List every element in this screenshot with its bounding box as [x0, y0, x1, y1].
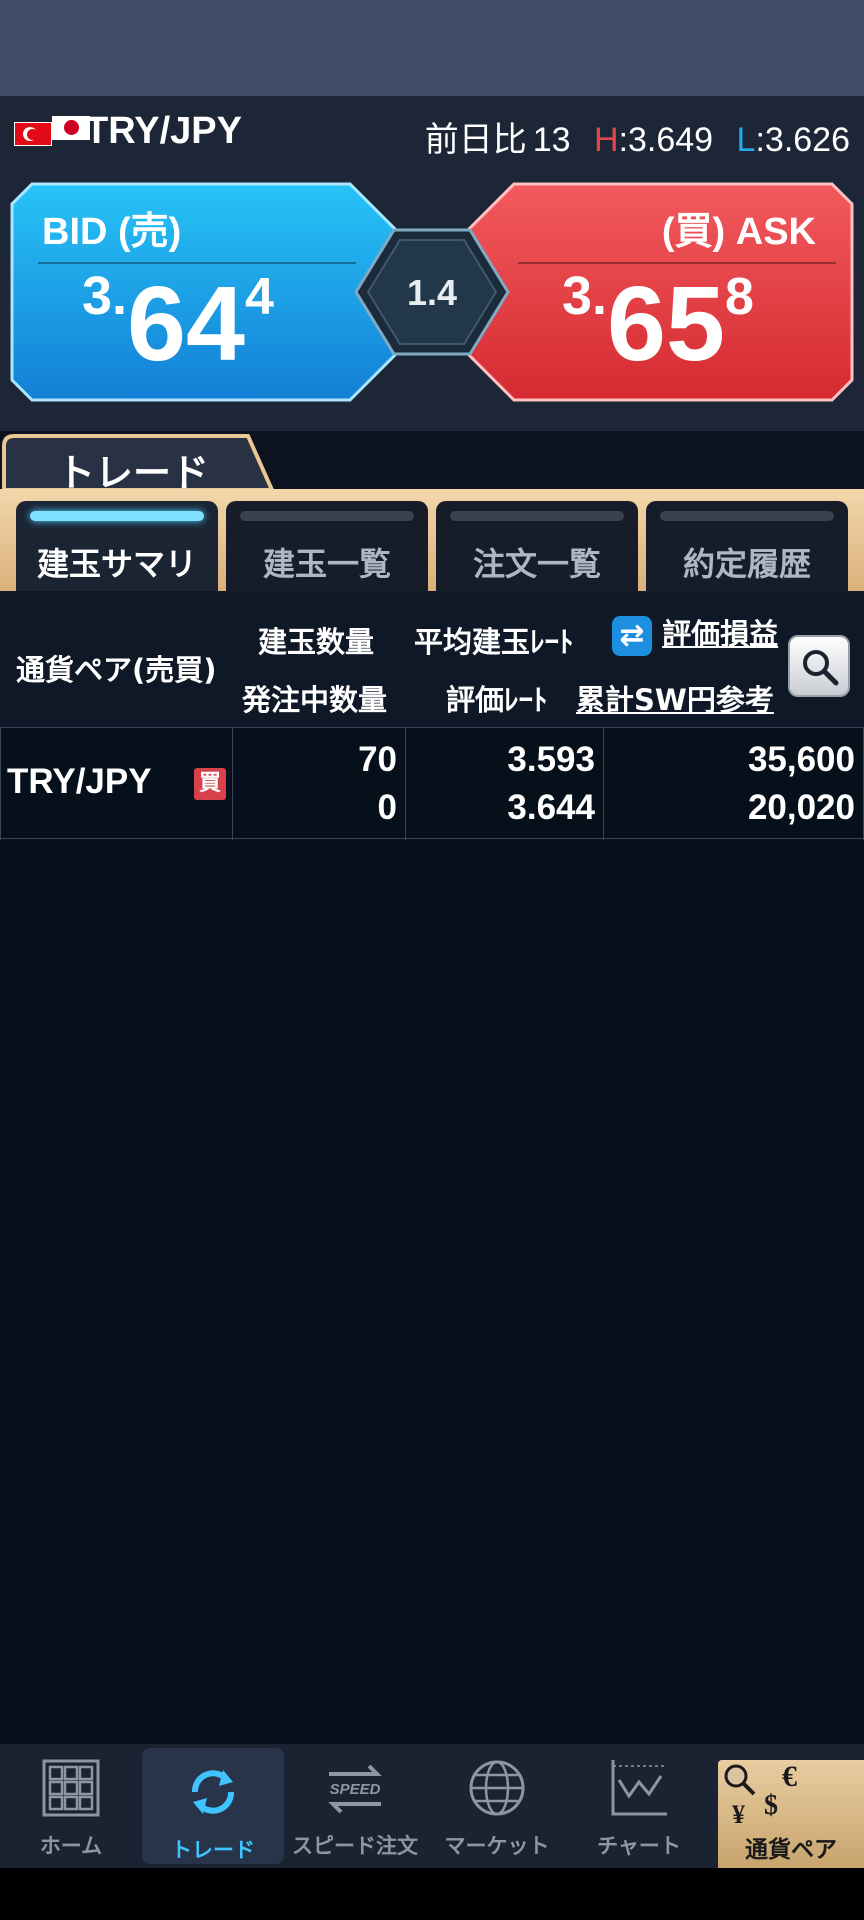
bid-price: 3.644: [82, 264, 274, 385]
ask-label: (買) ASK: [661, 211, 816, 253]
col-avg-rate: 平均建玉ﾚｰﾄ: [414, 625, 574, 659]
col-position-qty: 建玉数量: [258, 625, 375, 659]
row-cumulative-swap: 20,020: [747, 788, 855, 827]
nav-chart[interactable]: チャート: [568, 1744, 710, 1868]
row-valuation-rate: 3.644: [507, 788, 595, 827]
row-pair: TRY/JPY: [7, 762, 152, 801]
spread-indicator: 1.4: [354, 228, 510, 356]
high-value: :3.649: [618, 121, 714, 159]
change-value: 13: [532, 121, 571, 159]
svg-text:SPEED: SPEED: [330, 1781, 381, 1798]
table-header: 通貨ペア(売買) 建玉数量 発注中数量 平均建玉ﾚｰﾄ 評価ﾚｰﾄ ⇄ 評価損益…: [0, 591, 864, 727]
col-pair: 通貨ペア(売買): [16, 653, 217, 687]
swap-toggle-icon[interactable]: ⇄: [612, 616, 652, 656]
daily-stats: 前日比 13 H:3.649 L:3.626: [419, 112, 850, 161]
change-label: 前日比: [424, 121, 527, 159]
tab-execution-history[interactable]: 約定履歴: [646, 501, 848, 591]
row-pending-qty: 0: [377, 788, 397, 827]
low-value: :3.626: [755, 121, 850, 159]
pair-name[interactable]: TRY/JPY: [85, 110, 242, 153]
row-pnl: 35,600: [747, 740, 855, 779]
ask-price-prefix: 3.: [562, 266, 608, 326]
bottom-nav: ホーム トレード SPEED スピード注文 マーケット チャート € $ ¥ 通…: [0, 1744, 864, 1868]
col-pnl[interactable]: 評価損益: [662, 617, 778, 651]
search-icon: [803, 650, 839, 686]
cell-quantity: 70 0: [233, 728, 406, 840]
nav-trade[interactable]: トレード: [142, 1748, 284, 1864]
nav-label: トレード: [171, 1838, 255, 1862]
nav-speed-order[interactable]: SPEED スピード注文: [284, 1744, 426, 1868]
cell-rate: 3.593 3.644: [406, 728, 604, 840]
nav-market[interactable]: マーケット: [426, 1744, 568, 1868]
tab-order-list[interactable]: 注文一覧: [436, 501, 638, 591]
buy-badge: 買: [194, 768, 226, 800]
ask-price-suffix: 8: [724, 268, 754, 326]
speed-order-icon: SPEED: [328, 1764, 382, 1814]
ask-price: 3.658: [562, 264, 754, 385]
trade-section: トレード 建玉サマリ 建玉一覧 注文一覧 約定履歴: [0, 431, 864, 591]
ask-price-main: 65: [607, 265, 725, 383]
tab-label: 建玉一覧: [262, 545, 391, 583]
cell-pnl: 35,600 20,020: [604, 728, 864, 840]
nav-label: 通貨ペア: [745, 1837, 837, 1863]
euro-icon: €: [782, 1760, 797, 1793]
pair-info-row: TRY/JPY 前日比 13 H:3.649 L:3.626: [0, 96, 864, 168]
high-letter: H: [594, 121, 619, 159]
tab-position-summary[interactable]: 建玉サマリ: [16, 501, 218, 591]
status-bar: [0, 0, 864, 96]
col-cumulative-swap[interactable]: 累計SW円参考: [576, 677, 774, 719]
currency-flags: [14, 116, 90, 146]
tab-label: 建玉サマリ: [36, 545, 197, 583]
search-button[interactable]: [788, 635, 850, 697]
bid-price-prefix: 3.: [82, 266, 128, 326]
trade-title-tab: トレード: [2, 432, 274, 495]
turkey-flag-icon: [14, 122, 52, 146]
yen-icon: ¥: [732, 1800, 745, 1829]
row-avg-rate: 3.593: [507, 740, 595, 779]
trade-cycle-icon: [192, 1770, 234, 1814]
chart-icon: [611, 1760, 667, 1816]
bid-price-suffix: 4: [244, 268, 274, 326]
tab-label: 約定履歴: [682, 545, 811, 583]
tab-position-list[interactable]: 建玉一覧: [226, 501, 428, 591]
rate-header: TRY/JPY 前日比 13 H:3.649 L:3.626 BID (売) 3.…: [0, 96, 864, 431]
nav-currency-pair[interactable]: € $ ¥ 通貨ペア: [718, 1760, 864, 1868]
magnifier-icon: [724, 1764, 756, 1796]
table-row[interactable]: TRY/JPY 買 70 0 3.593 3.644 35,600 20,020: [0, 727, 864, 840]
nav-label: スピード注文: [292, 1834, 418, 1858]
nav-label: マーケット: [444, 1834, 550, 1858]
tab-indicator: [450, 511, 624, 521]
bid-price-main: 64: [127, 265, 245, 383]
nav-label: ホーム: [39, 1834, 103, 1858]
home-grid-icon: [42, 1759, 100, 1817]
nav-label: チャート: [597, 1834, 681, 1858]
col-valuation-rate: 評価ﾚｰﾄ: [446, 683, 548, 717]
bid-label: BID (売): [42, 211, 182, 253]
pnl-header: ⇄ 評価損益: [612, 611, 778, 656]
tab-indicator: [240, 511, 414, 521]
cell-pair: TRY/JPY 買: [0, 728, 233, 840]
price-panel: BID (売) 3.644 (買) ASK 3.658 1.4: [0, 182, 864, 402]
low-letter: L: [736, 121, 756, 159]
dollar-icon: $: [764, 1790, 778, 1821]
row-position-qty: 70: [358, 740, 397, 779]
system-nav-bar: [0, 1868, 864, 1920]
tab-indicator: [30, 511, 204, 521]
globe-icon: [469, 1760, 525, 1816]
spread-value: 1.4: [406, 272, 458, 313]
tab-label: 注文一覧: [472, 545, 601, 583]
nav-home[interactable]: ホーム: [0, 1744, 142, 1868]
col-pending-qty: 発注中数量: [242, 683, 388, 717]
tab-indicator: [660, 511, 834, 521]
trade-tabs: 建玉サマリ 建玉一覧 注文一覧 約定履歴: [0, 489, 864, 591]
